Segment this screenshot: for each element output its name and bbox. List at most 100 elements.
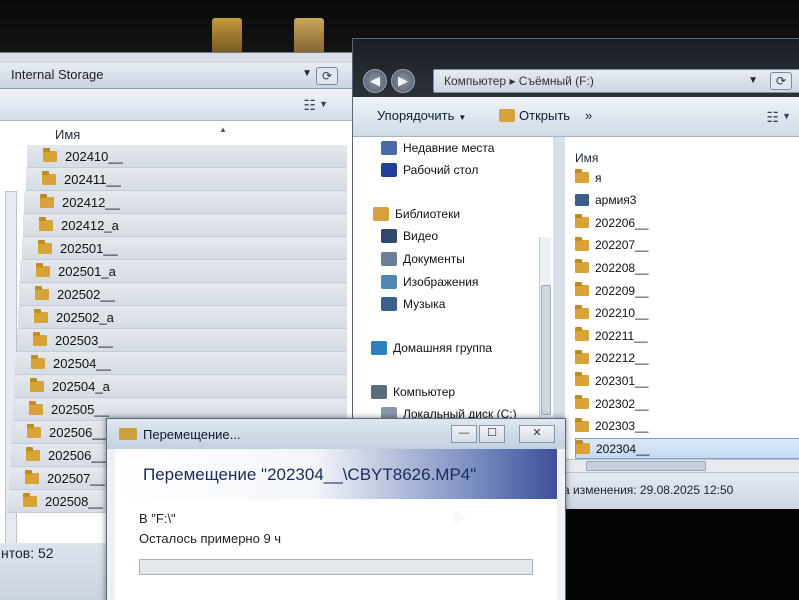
folder-row[interactable]: 202502__	[19, 283, 347, 306]
nav-item[interactable]: Домашняя группа	[371, 341, 492, 355]
file-name: 202207__	[595, 238, 649, 253]
open-button[interactable]: Открыть	[499, 108, 570, 123]
folder-row[interactable]: 202211__	[575, 325, 799, 346]
folder-icon	[575, 214, 589, 229]
video-file-row[interactable]: армия3	[575, 190, 799, 211]
column-header-name[interactable]: Имя	[55, 127, 80, 142]
minimize-button[interactable]: —	[451, 425, 477, 443]
right-toolbar: Упорядочить ▼ Открыть » ☷ ▼	[353, 97, 799, 137]
progress-bar	[139, 559, 533, 575]
time-remaining-text: Осталось примерно 9 ч	[139, 531, 282, 546]
chevron-down-icon[interactable]: ▼	[319, 99, 328, 109]
nav-item-label: Компьютер	[393, 385, 456, 399]
folder-row[interactable]: 202501_a	[20, 260, 347, 283]
video-icon	[381, 229, 397, 243]
nav-item[interactable]: Рабочий стол	[381, 163, 478, 177]
dialog-titlebar[interactable]: Перемещение... — ☐ ✕	[107, 419, 565, 449]
folder-row[interactable]: 202503__	[17, 329, 347, 352]
folder-row[interactable]: 202412__	[24, 191, 347, 214]
folder-icon	[34, 308, 48, 323]
refresh-icon[interactable]: ⟳	[316, 67, 338, 85]
nav-item[interactable]: Недавние места	[381, 141, 494, 155]
folder-row[interactable]: 202210__	[575, 303, 799, 324]
folder-row[interactable]: 202303__	[575, 416, 799, 437]
dialog-body: Перемещение "202304__\CBYT8626.MP4" В "F…	[115, 449, 557, 600]
nav-item[interactable]: Библиотеки	[373, 207, 460, 221]
folder-row[interactable]: 202207__	[575, 235, 799, 256]
folder-row[interactable]: 202212__	[575, 348, 799, 369]
chevron-down-icon[interactable]: ▼	[748, 75, 758, 86]
folder-row[interactable]: 202501__	[22, 237, 347, 260]
right-breadcrumb[interactable]: Компьютер ▸ Съёмный (F:)	[444, 74, 594, 88]
file-name: 202301__	[595, 373, 649, 388]
folder-name: 202501_a	[58, 263, 116, 279]
folder-row[interactable]: 202504_a	[14, 375, 347, 398]
folder-icon	[43, 147, 57, 162]
view-options-icon[interactable]: ☷	[303, 97, 316, 114]
forward-arrow-icon[interactable]: ▶	[391, 69, 415, 93]
nav-item[interactable]: Музыка	[381, 297, 445, 311]
folder-icon	[575, 417, 589, 432]
chevron-down-icon[interactable]: ▼	[782, 111, 791, 121]
folder-icon	[26, 446, 40, 461]
folder-icon	[575, 304, 589, 319]
nav-item[interactable]: Изображения	[381, 275, 478, 289]
right-address-bar[interactable]: Компьютер ▸ Съёмный (F:) ▼ ⟳	[433, 69, 799, 93]
folder-name: 202506__	[49, 424, 107, 440]
folder-name: 202507__	[47, 470, 105, 486]
folder-row[interactable]: 202206__	[575, 212, 799, 233]
back-arrow-icon[interactable]: ◀	[363, 69, 387, 93]
horizontal-scrollbar[interactable]	[565, 459, 799, 473]
file-name: 202304__	[596, 441, 650, 456]
nav-item-label: Домашняя группа	[393, 341, 493, 355]
close-button[interactable]: ✕	[519, 425, 555, 443]
folder-row[interactable]: 202411__	[26, 168, 347, 191]
folder-name: 202410__	[65, 148, 123, 164]
folder-row[interactable]: 202209__	[575, 280, 799, 301]
item-count: нтов: 52	[1, 545, 54, 561]
file-name: 202302__	[595, 396, 649, 411]
nav-item-label: Документы	[403, 252, 465, 266]
folder-icon	[27, 423, 41, 438]
nav-item-label: Видео	[403, 229, 439, 243]
left-address-bar[interactable]: Internal Storage ▼ ⟳	[0, 63, 356, 89]
folder-name: 202412_a	[61, 217, 119, 233]
folder-row[interactable]: 202412_a	[23, 214, 347, 237]
folder-icon	[38, 239, 52, 254]
folder-name: 202503__	[55, 332, 113, 348]
folder-row[interactable]: 202502_a	[18, 306, 347, 329]
folder-row[interactable]: 202302__	[575, 393, 799, 414]
left-breadcrumb[interactable]: Internal Storage	[11, 67, 104, 82]
chevron-down-icon[interactable]: ▼	[302, 68, 312, 79]
details-pane: а изменения: 29.08.2025 12:50	[553, 473, 799, 509]
organize-button[interactable]: Упорядочить ▼	[377, 108, 466, 123]
refresh-icon[interactable]: ⟳	[770, 72, 792, 90]
folder-row[interactable]: 202304__	[575, 438, 799, 460]
folder-row[interactable]: 202504__	[15, 352, 347, 375]
more-commands-button[interactable]: »	[585, 108, 592, 123]
folder-row[interactable]: я	[575, 167, 799, 188]
folder-row[interactable]: 202301__	[575, 370, 799, 391]
nav-item[interactable]: Документы	[381, 252, 465, 266]
folder-icon	[575, 395, 589, 409]
folder-row[interactable]: 202410__	[27, 145, 347, 168]
file-name: 202206__	[595, 215, 649, 230]
column-header-name[interactable]: Имя	[575, 151, 598, 165]
folder-icon	[31, 354, 45, 369]
folder-icon	[29, 400, 43, 415]
nav-item-label: Рабочий стол	[403, 163, 479, 177]
nav-item[interactable]: Компьютер	[371, 385, 455, 399]
scrollbar-thumb[interactable]	[586, 461, 706, 471]
file-name: 202211__	[595, 328, 648, 343]
destination-text: В "F:\"	[139, 511, 176, 526]
file-name: 202212__	[595, 351, 649, 366]
folder-icon	[33, 331, 47, 346]
folder-row[interactable]: 202208__	[575, 257, 799, 278]
folder-icon	[575, 169, 589, 183]
libraries-icon	[373, 207, 389, 221]
view-options-icon[interactable]: ☷	[766, 109, 779, 126]
nav-item[interactable]: Видео	[381, 229, 438, 243]
folder-icon	[30, 377, 44, 392]
maximize-button[interactable]: ☐	[479, 425, 505, 443]
scrollbar-thumb[interactable]	[541, 285, 551, 415]
